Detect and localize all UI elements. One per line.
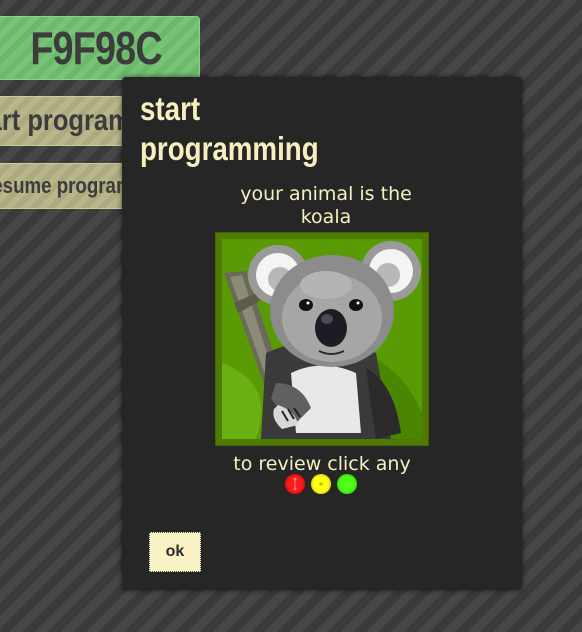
resume-programming-label: resume programming xyxy=(0,173,131,198)
start-programming-button[interactable]: start programming xyxy=(0,96,132,146)
ok-button[interactable]: ok xyxy=(149,532,201,572)
yellow-dot-icon xyxy=(319,482,323,486)
code-tile: F9F98C xyxy=(0,16,200,80)
review-instruction: to review click any xyxy=(233,453,411,475)
red-dot-icon xyxy=(293,477,297,491)
start-programming-dialog: start programming your animal is the koa… xyxy=(122,77,522,590)
dialog-title: start programming xyxy=(140,90,319,167)
review-red-dot[interactable] xyxy=(285,474,305,494)
review-green-dot[interactable] xyxy=(337,474,357,494)
review-yellow-dot[interactable] xyxy=(311,474,331,494)
start-programming-label: start programming xyxy=(0,104,131,137)
code-text: F9F98C xyxy=(30,22,162,74)
animal-message: your animal is the koala xyxy=(240,183,412,228)
koala-image xyxy=(215,232,429,446)
koala-illustration xyxy=(216,233,428,445)
resume-programming-button[interactable]: resume programming xyxy=(0,163,132,209)
